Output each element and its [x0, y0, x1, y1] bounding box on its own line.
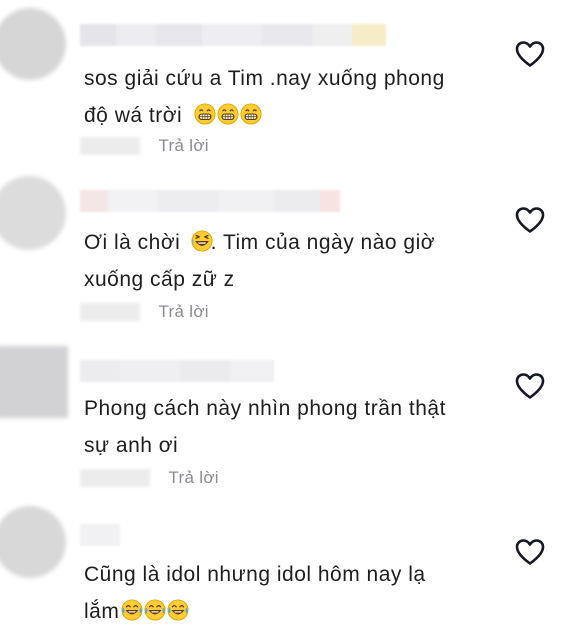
avatar[interactable] [0, 176, 66, 250]
comment-meta: Trả lời [80, 302, 209, 326]
comment-text: Ơi là chời . Tim của ngày nào giờ xuống … [84, 224, 504, 298]
timestamp [80, 303, 140, 321]
comment-text-line: Cũng là idol nhưng idol hôm nay lạ [84, 563, 426, 586]
comment-text-segment: độ wá trời [84, 104, 183, 127]
reply-button[interactable]: Trả lời [158, 136, 208, 156]
comment-text-line: Phong cách này nhìn phong trần thật [84, 397, 446, 420]
comment-text-line: Ơi là chời . Tim của ngày nào giờ [84, 224, 504, 261]
tears-joy-emoji [144, 599, 166, 621]
comment-meta: Trả lời [80, 136, 209, 160]
comment-text: sos giải cứu a Tim .nay xuống phong độ w… [84, 60, 504, 134]
reply-button[interactable]: Trả lời [158, 302, 208, 322]
comment-text-line: độ wá trời [84, 97, 504, 134]
timestamp [80, 469, 150, 487]
comment-text: Phong cách này nhìn phong trần thật sự a… [84, 390, 504, 464]
grin-emoji [194, 103, 216, 125]
heart-outline-icon[interactable] [515, 538, 545, 566]
comment-text: Cũng là idol nhưng idol hôm nay lạ lắm [84, 556, 504, 630]
reply-button[interactable]: Trả lời [168, 468, 218, 488]
comment-text-segment: lắm [84, 600, 120, 623]
username[interactable] [80, 24, 386, 46]
grin-emoji [217, 103, 239, 125]
username[interactable] [80, 190, 340, 212]
comment-text-line: lắm [84, 593, 504, 630]
username[interactable] [80, 360, 274, 382]
comment-text-line: sos giải cứu a Tim .nay xuống phong [84, 67, 445, 90]
comment-text-line: xuống cấp zữ z [84, 268, 235, 291]
grin-emoji [240, 103, 262, 125]
tears-joy-emoji [121, 599, 143, 621]
laugh-emoji [191, 230, 213, 252]
comment-text-line: sự anh ơi [84, 434, 179, 457]
username[interactable] [80, 524, 120, 546]
heart-outline-icon[interactable] [515, 40, 545, 68]
avatar[interactable] [0, 506, 66, 578]
heart-outline-icon[interactable] [515, 372, 545, 400]
avatar[interactable] [0, 8, 66, 80]
comment-text-segment: . Tim của ngày nào giờ [210, 231, 436, 254]
avatar[interactable] [0, 346, 68, 418]
timestamp [80, 137, 140, 155]
heart-outline-icon[interactable] [515, 206, 545, 234]
comment-meta: Trả lời [80, 468, 219, 492]
comment-text-segment: Ơi là chời [84, 231, 181, 254]
tears-joy-emoji [167, 599, 189, 621]
